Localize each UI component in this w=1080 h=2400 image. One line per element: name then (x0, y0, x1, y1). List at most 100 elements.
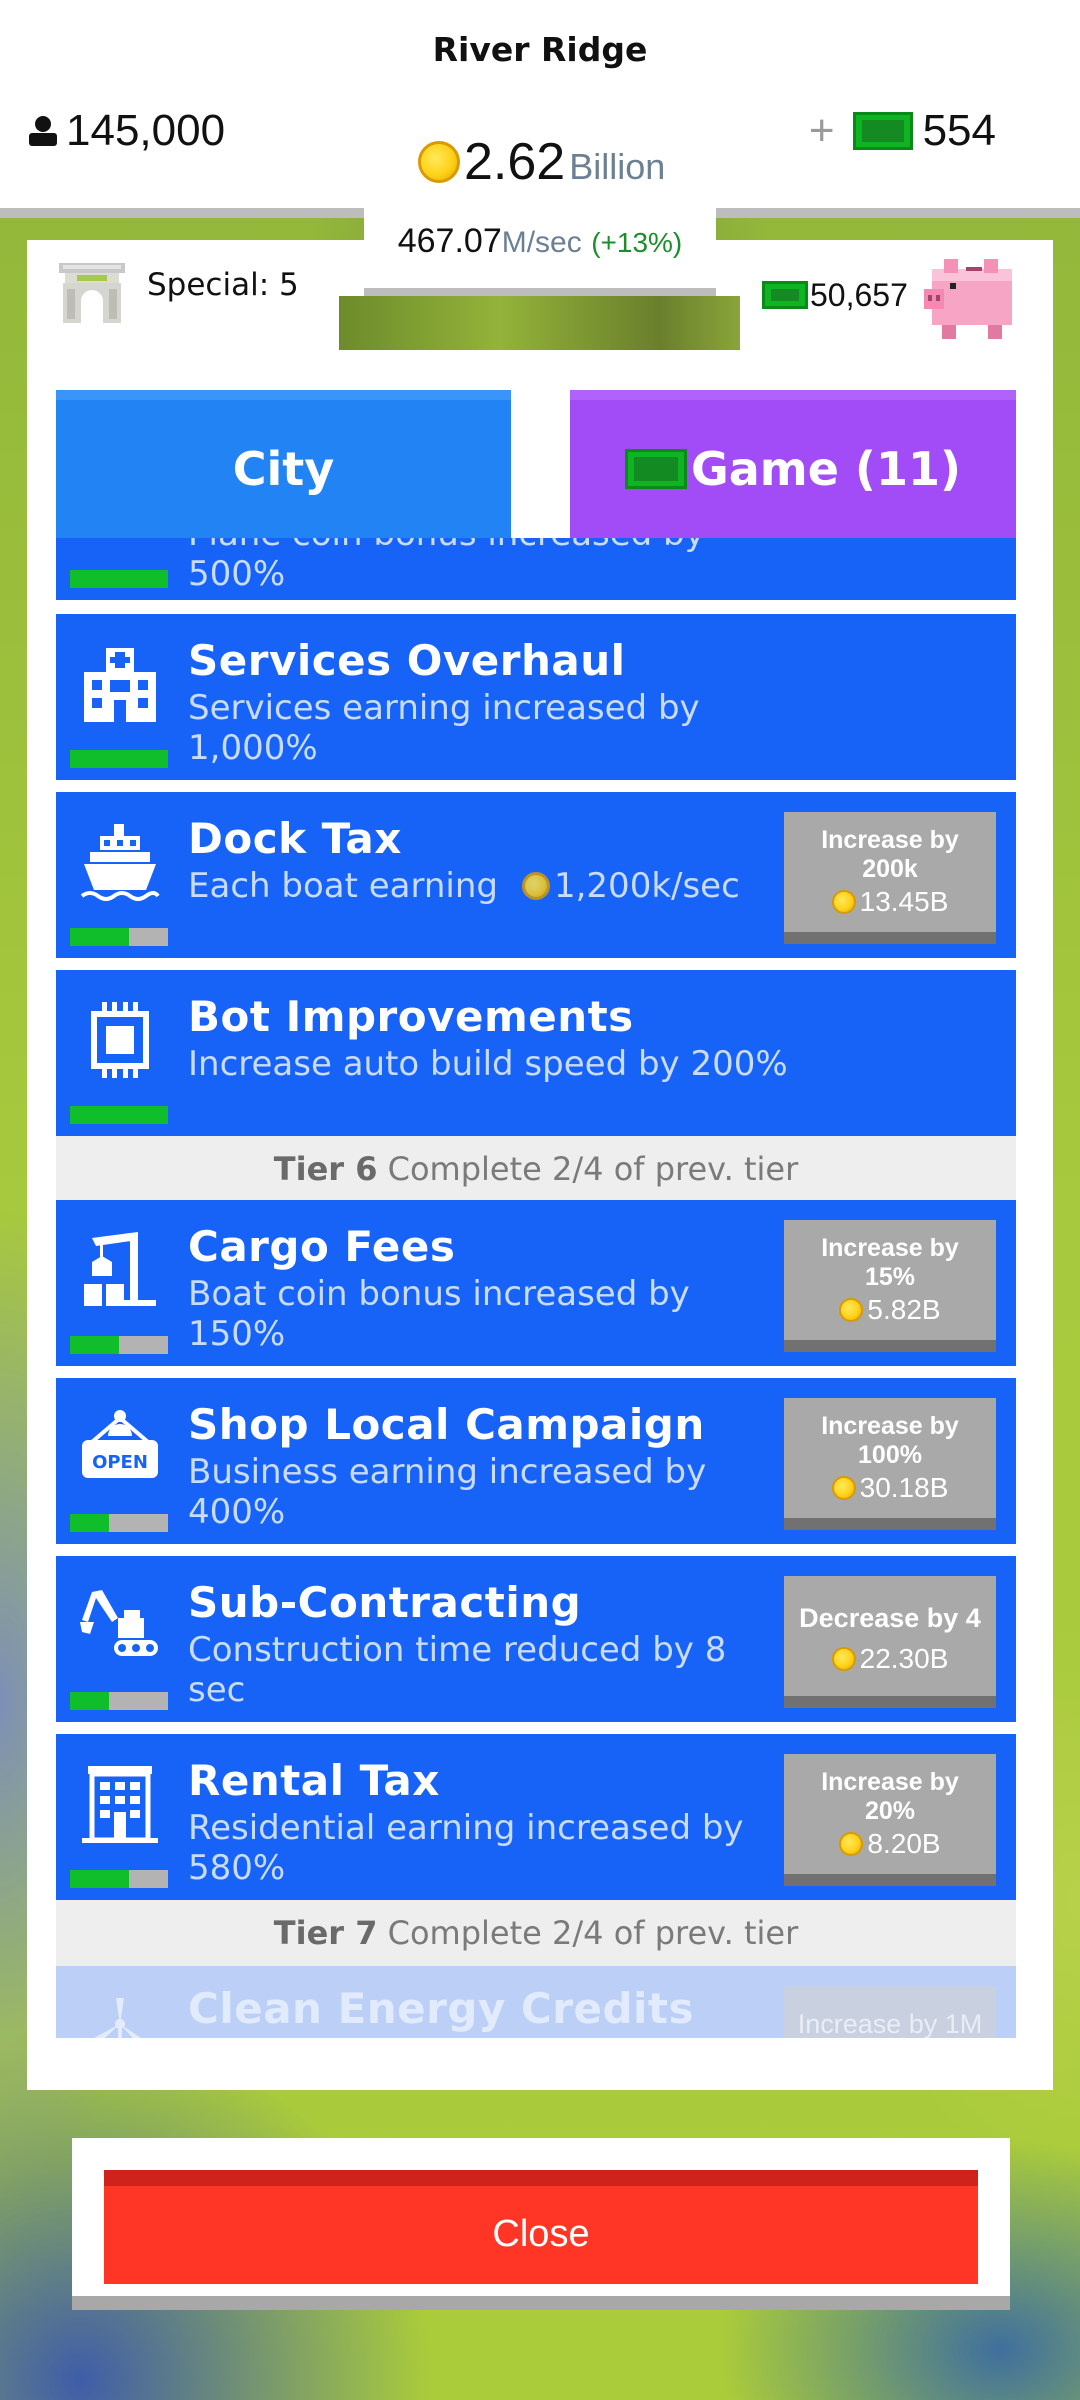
rate-value: 467.07 (397, 222, 502, 260)
tier-label: Tier 6 (273, 1150, 378, 1188)
population-counter: 145,000 (26, 106, 225, 156)
progress-bar (70, 1106, 168, 1124)
upgrade-buy-button[interactable]: Increase by 20% 8.20B (784, 1754, 996, 1886)
buy-action-label: Decrease by 4 (799, 1603, 981, 1633)
list-item[interactable]: Clean Energy Credits Increase by 1M (56, 1966, 1016, 2038)
upgrade-title: Clean Energy Credits (188, 1984, 694, 2033)
coin-value: 2.62 (464, 133, 566, 191)
arch-icon (59, 263, 125, 323)
upgrade-title: Shop Local Campaign (188, 1400, 705, 1449)
progress-fill (70, 750, 168, 768)
upgrade-buy-button[interactable]: Increase by 200k 13.45B (784, 812, 996, 944)
list-item[interactable]: Cargo Fees Boat coin bonus increased by … (56, 1200, 1016, 1366)
special-label: Special: 5 (147, 267, 299, 303)
coin-icon (521, 871, 550, 900)
list-item[interactable]: Rental Tax Residential earning increased… (56, 1734, 1016, 1900)
list-item[interactable]: Dock Tax Each boat earning 1,200k/sec Inc… (56, 792, 1016, 958)
buy-price: 8.20B (784, 1828, 996, 1860)
excavator-icon (80, 1590, 158, 1656)
ship-icon (80, 824, 160, 901)
upgrade-description: Boat coin bonus increased by 150% (188, 1274, 690, 1354)
list-item[interactable]: Bot Improvements Increase auto build spe… (56, 970, 1016, 1136)
upgrade-title: Cargo Fees (188, 1222, 456, 1271)
upgrade-list[interactable]: Plane coin bonus increased by 500% Servi… (56, 538, 1016, 2038)
upgrade-description: Increase auto build speed by 200% (188, 1044, 788, 1084)
upgrade-description-prefix: Each boat earning (188, 866, 498, 906)
tier-requirement: Complete 2/4 of prev. tier (387, 1914, 799, 1952)
list-item[interactable]: OPEN Shop Local Campaign Business earnin… (56, 1378, 1016, 1544)
progress-bar (70, 1336, 168, 1354)
chip-icon (91, 1002, 149, 1078)
cash-icon (852, 112, 913, 150)
buy-price-value: 13.45B (859, 886, 949, 917)
buy-price: 13.45B (784, 886, 996, 918)
buy-action-label: Increase by 15% (821, 1234, 959, 1291)
upgrade-description: Plane coin bonus increased by 500% (188, 538, 705, 594)
tier-label: Tier 7 (273, 1914, 378, 1952)
tab-city[interactable]: City (56, 390, 511, 538)
add-cash-button[interactable]: + (809, 106, 835, 156)
progress-fill (70, 1336, 119, 1354)
buy-price-value: 30.18B (859, 1472, 949, 1503)
progress-fill (70, 1106, 168, 1124)
coin-unit: Billion (569, 146, 666, 187)
upgrade-title: Dock Tax (188, 814, 402, 863)
progress-fill (70, 928, 129, 946)
hospital-icon (84, 648, 156, 722)
piggy-bank-icon (923, 259, 1012, 339)
upgrade-buy-button[interactable]: Increase by 15% 5.82B (784, 1220, 996, 1352)
coin-icon (831, 1647, 856, 1671)
bank-value: 50,657 (810, 276, 908, 313)
upgrade-title: Sub-Contracting (188, 1578, 582, 1627)
city-name: River Ridge (432, 30, 648, 69)
progress-bar (70, 1692, 168, 1710)
svg-text:OPEN: OPEN (92, 1452, 148, 1473)
coin-icon (839, 1832, 864, 1856)
upgrade-buy-button[interactable]: Increase by 1M (784, 1986, 996, 2038)
piggy-bank-tab[interactable]: 50,657 (740, 240, 1053, 350)
list-item[interactable]: Plane coin bonus increased by 500% (56, 538, 1016, 600)
upgrade-description: Residential earning increased by 580% (188, 1808, 744, 1888)
progress-fill (70, 570, 168, 588)
upgrade-description: Each boat earning 1,200k/sec (188, 866, 748, 906)
close-button[interactable]: Close (104, 2170, 978, 2284)
special-buildings-tab[interactable]: Special: 5 (27, 240, 339, 350)
upgrade-description: Services earning increased by 1,000% (188, 688, 700, 768)
coin-icon (831, 1476, 856, 1500)
buy-action-label: Increase by 200k (821, 826, 959, 883)
cash-icon (762, 281, 808, 309)
tier-header: Tier 6 Complete 2/4 of prev. tier (56, 1136, 1016, 1202)
buy-price: 5.82B (784, 1294, 996, 1326)
progress-bar (70, 1870, 168, 1888)
coin-balance: 2.62 Billion (418, 132, 665, 192)
tier-requirement: Complete 2/4 of prev. tier (387, 1150, 799, 1188)
upgrade-buy-button[interactable]: Increase by 100% 30.18B (784, 1398, 996, 1530)
progress-bar (70, 750, 168, 768)
income-rate: 467.07M/sec (+13%) (364, 206, 716, 296)
cash-icon (624, 449, 687, 489)
cash-balance[interactable]: + 554 (809, 106, 996, 156)
apartment-icon (82, 1766, 158, 1843)
crane-icon (84, 1232, 156, 1306)
buy-price: 30.18B (784, 1472, 996, 1504)
buy-price-value: 22.30B (859, 1643, 949, 1674)
list-item[interactable]: Sub-Contracting Construction time reduce… (56, 1556, 1016, 1722)
upgrade-title: Rental Tax (188, 1756, 440, 1805)
tab-game-label: Game (11) (690, 442, 961, 496)
open-sign-icon: OPEN (82, 1410, 158, 1478)
population-value: 145,000 (66, 106, 226, 155)
cash-value: 554 (922, 106, 996, 155)
upgrade-description-value: 1,200k/sec (553, 866, 740, 906)
tab-game[interactable]: Game (11) (570, 390, 1016, 538)
buy-price: 22.30B (784, 1643, 996, 1675)
upgrade-description: Business earning increased by 400% (188, 1452, 707, 1532)
progress-bar (70, 1514, 168, 1532)
tier-header: Tier 7 Complete 2/4 of prev. tier (56, 1900, 1016, 1966)
buy-price-value: 5.82B (867, 1294, 941, 1325)
person-icon (29, 116, 57, 146)
list-item[interactable]: Services Overhaul Services earning incre… (56, 614, 1016, 780)
upgrade-buy-button[interactable]: Decrease by 4 22.30B (784, 1576, 996, 1708)
upgrade-description: Construction time reduced by 8 sec (188, 1630, 727, 1710)
scenery-gap (339, 296, 740, 350)
coin-icon (831, 890, 856, 914)
